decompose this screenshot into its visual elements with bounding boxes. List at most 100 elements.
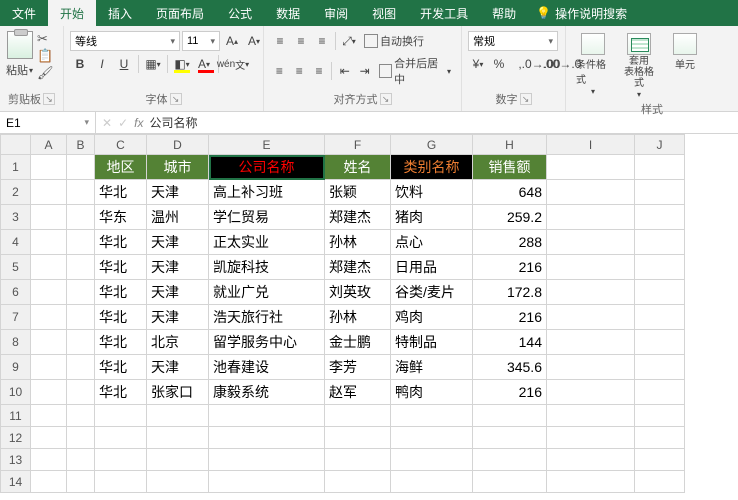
cell-J10[interactable] xyxy=(635,380,685,405)
cell-H12[interactable] xyxy=(473,427,547,449)
cell-F1[interactable]: 姓名 xyxy=(325,155,391,180)
cell-E6[interactable]: 就业广兑 xyxy=(209,280,325,305)
cell-A3[interactable] xyxy=(31,205,67,230)
cell-H1[interactable]: 销售额 xyxy=(473,155,547,180)
cell-I3[interactable] xyxy=(547,205,635,230)
tab-view[interactable]: 视图 xyxy=(360,0,408,26)
cell-D3[interactable]: 温州 xyxy=(147,205,209,230)
row-header-2[interactable]: 2 xyxy=(1,180,31,205)
cell-J2[interactable] xyxy=(635,180,685,205)
cell-H8[interactable]: 144 xyxy=(473,330,547,355)
row-header-7[interactable]: 7 xyxy=(1,305,31,330)
tab-dev[interactable]: 开发工具 xyxy=(408,0,480,26)
cell-J9[interactable] xyxy=(635,355,685,380)
cell-J14[interactable] xyxy=(635,471,685,493)
cell-E1[interactable]: 公司名称 xyxy=(209,155,325,180)
col-header-H[interactable]: H xyxy=(473,135,547,155)
wrap-text-button[interactable]: 自动换行 xyxy=(360,32,428,50)
fx-icon[interactable]: fx xyxy=(134,116,143,130)
row-header-5[interactable]: 5 xyxy=(1,255,31,280)
cell-F10[interactable]: 赵军 xyxy=(325,380,391,405)
cell-G8[interactable]: 特制品 xyxy=(391,330,473,355)
cell-F6[interactable]: 刘英玫 xyxy=(325,280,391,305)
cell-I14[interactable] xyxy=(547,471,635,493)
font-color-button[interactable]: A▾ xyxy=(194,54,214,74)
cell-C8[interactable]: 华北 xyxy=(95,330,147,355)
cell-E5[interactable]: 凯旋科技 xyxy=(209,255,325,280)
cell-B13[interactable] xyxy=(67,449,95,471)
bold-button[interactable]: B xyxy=(70,54,90,74)
cell-G5[interactable]: 日用品 xyxy=(391,255,473,280)
cell-C2[interactable]: 华北 xyxy=(95,180,147,205)
cell-E8[interactable]: 留学服务中心 xyxy=(209,330,325,355)
tab-layout[interactable]: 页面布局 xyxy=(144,0,216,26)
cell-G9[interactable]: 海鲜 xyxy=(391,355,473,380)
cell-F5[interactable]: 郑建杰 xyxy=(325,255,391,280)
cell-D11[interactable] xyxy=(147,405,209,427)
cut-icon[interactable]: ✂ xyxy=(37,31,54,47)
cell-D10[interactable]: 张家口 xyxy=(147,380,209,405)
cell-A13[interactable] xyxy=(31,449,67,471)
cell-G2[interactable]: 饮料 xyxy=(391,180,473,205)
name-box[interactable]: E1▾ xyxy=(0,112,96,133)
cell-A8[interactable] xyxy=(31,330,67,355)
cell-I10[interactable] xyxy=(547,380,635,405)
tab-formulas[interactable]: 公式 xyxy=(216,0,264,26)
conditional-formatting-button[interactable]: 条件格式▾ xyxy=(572,31,614,101)
row-header-12[interactable]: 12 xyxy=(1,427,31,449)
row-header-8[interactable]: 8 xyxy=(1,330,31,355)
cell-E14[interactable] xyxy=(209,471,325,493)
col-header-A[interactable]: A xyxy=(31,135,67,155)
cell-I6[interactable] xyxy=(547,280,635,305)
cell-A7[interactable] xyxy=(31,305,67,330)
cell-C7[interactable]: 华北 xyxy=(95,305,147,330)
row-header-4[interactable]: 4 xyxy=(1,230,31,255)
number-launcher[interactable]: ↘ xyxy=(520,93,532,105)
cell-D1[interactable]: 城市 xyxy=(147,155,209,180)
cell-F3[interactable]: 郑建杰 xyxy=(325,205,391,230)
cell-B8[interactable] xyxy=(67,330,95,355)
cell-B14[interactable] xyxy=(67,471,95,493)
cell-H3[interactable]: 259.2 xyxy=(473,205,547,230)
cell-I2[interactable] xyxy=(547,180,635,205)
increase-font-icon[interactable]: A▴ xyxy=(222,31,242,51)
increase-indent-icon[interactable]: ⇥ xyxy=(355,61,374,81)
cell-F4[interactable]: 孙林 xyxy=(325,230,391,255)
cell-E11[interactable] xyxy=(209,405,325,427)
cell-C13[interactable] xyxy=(95,449,147,471)
cell-I13[interactable] xyxy=(547,449,635,471)
merge-center-button[interactable]: 合并后居中▾ xyxy=(375,54,455,88)
row-header-14[interactable]: 14 xyxy=(1,471,31,493)
row-header-11[interactable]: 11 xyxy=(1,405,31,427)
spreadsheet-grid[interactable]: ABCDEFGHIJ 1地区城市公司名称姓名类别名称销售额2华北天津高上补习班张… xyxy=(0,134,738,500)
row-header-3[interactable]: 3 xyxy=(1,205,31,230)
col-header-F[interactable]: F xyxy=(325,135,391,155)
cell-B3[interactable] xyxy=(67,205,95,230)
cell-C1[interactable]: 地区 xyxy=(95,155,147,180)
col-header-C[interactable]: C xyxy=(95,135,147,155)
cell-A12[interactable] xyxy=(31,427,67,449)
format-as-table-button[interactable]: 套用 表格格式▾ xyxy=(618,31,660,101)
cell-C12[interactable] xyxy=(95,427,147,449)
col-header-D[interactable]: D xyxy=(147,135,209,155)
clipboard-launcher[interactable]: ↘ xyxy=(43,93,55,105)
cell-F7[interactable]: 孙林 xyxy=(325,305,391,330)
accounting-format-icon[interactable]: ¥▾ xyxy=(468,54,488,74)
align-launcher[interactable]: ↘ xyxy=(380,93,392,105)
cell-G3[interactable]: 猪肉 xyxy=(391,205,473,230)
cell-H5[interactable]: 216 xyxy=(473,255,547,280)
cell-J5[interactable] xyxy=(635,255,685,280)
cell-F12[interactable] xyxy=(325,427,391,449)
cell-F13[interactable] xyxy=(325,449,391,471)
enter-formula-icon[interactable]: ✓ xyxy=(118,116,128,130)
tab-data[interactable]: 数据 xyxy=(264,0,312,26)
cell-G11[interactable] xyxy=(391,405,473,427)
cell-D12[interactable] xyxy=(147,427,209,449)
cell-F11[interactable] xyxy=(325,405,391,427)
align-bottom-icon[interactable]: ≡ xyxy=(312,31,332,51)
cell-B2[interactable] xyxy=(67,180,95,205)
cancel-formula-icon[interactable]: ✕ xyxy=(102,116,112,130)
tab-file[interactable]: 文件 xyxy=(0,0,48,26)
cell-H6[interactable]: 172.8 xyxy=(473,280,547,305)
cell-G7[interactable]: 鸡肉 xyxy=(391,305,473,330)
